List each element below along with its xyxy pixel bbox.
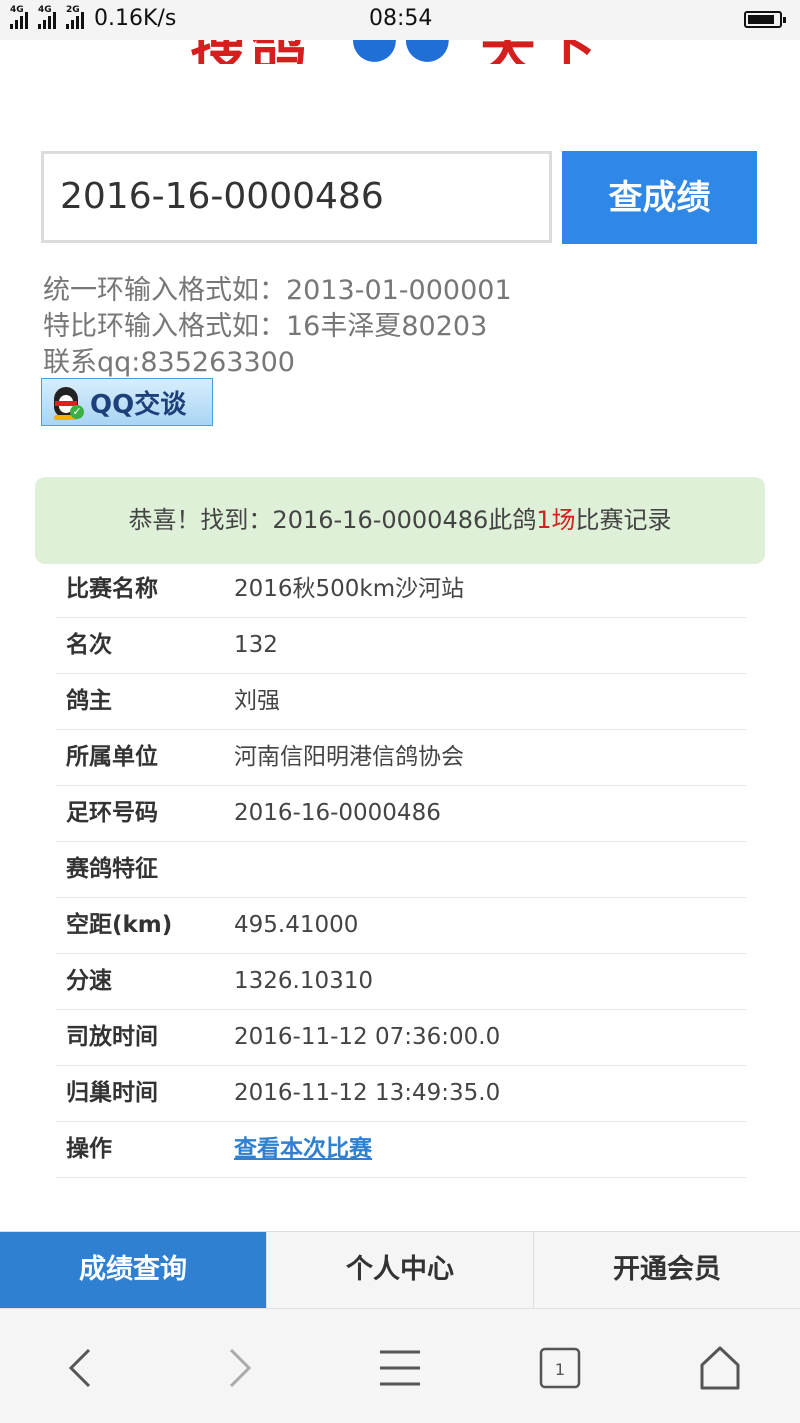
- row-value: 河南信阳明港信鸽协会: [234, 744, 464, 770]
- hint-special-ring: 特比环输入格式如：16丰泽夏80203: [43, 311, 488, 342]
- table-row: 名次 132: [56, 618, 746, 674]
- result-alert: 恭喜！找到：2016-16-0000486此鸽1场比赛记录: [35, 477, 765, 564]
- clock: 08:54: [369, 6, 433, 31]
- table-row: 分速 1326.10310: [56, 954, 746, 1010]
- logo-mark: ●●: [350, 40, 456, 64]
- tabs-icon[interactable]: 1: [535, 1343, 585, 1393]
- network-type-label: 2G: [66, 4, 80, 15]
- result-prefix: 恭喜！找到：2016-16-0000486此鸽: [128, 506, 537, 534]
- table-row: 归巢时间 2016-11-12 13:49:35.0: [56, 1066, 746, 1122]
- row-value: 132: [234, 632, 278, 658]
- bottom-nav: 成绩查询 个人中心 开通会员: [0, 1231, 800, 1309]
- network-type-label: 4G: [10, 4, 24, 15]
- row-label: 比赛名称: [66, 576, 158, 602]
- row-value: 495.41000: [234, 912, 359, 938]
- result-count: 1场: [536, 506, 576, 534]
- row-label: 足环号码: [66, 800, 158, 826]
- tab-personal-center[interactable]: 个人中心: [267, 1232, 534, 1309]
- row-label: 鸽主: [66, 688, 112, 714]
- signal-icon: 4G: [10, 5, 28, 29]
- network-speed: 0.16K/s: [94, 6, 177, 31]
- battery-icon: [744, 11, 786, 28]
- forward-icon[interactable]: [215, 1343, 265, 1393]
- status-bar: 4G 4G 2G 0.16K/s 08:54: [0, 0, 800, 40]
- row-label: 操作: [66, 1136, 112, 1162]
- row-value: 2016-11-12 07:36:00.0: [234, 1024, 501, 1050]
- race-record-table: 比赛名称 2016秋500km沙河站 名次 132 鸽主 刘强 所属单位 河南信阳明港信…: [56, 562, 746, 1178]
- logo-text-left: 搜鸽: [190, 40, 310, 64]
- site-logo: 搜鸽 ●● 天下: [190, 40, 610, 64]
- table-row: 比赛名称 2016秋500km沙河站: [56, 562, 746, 618]
- status-left: 4G 4G 2G 0.16K/s: [10, 5, 177, 31]
- row-value: 2016秋500km沙河站: [234, 576, 465, 602]
- row-label: 所属单位: [66, 744, 158, 770]
- table-row: 足环号码 2016-16-0000486: [56, 786, 746, 842]
- result-suffix: 比赛记录: [575, 506, 672, 534]
- network-type-label: 4G: [38, 4, 52, 15]
- row-label: 赛鸽特征: [66, 856, 158, 882]
- home-icon[interactable]: [695, 1343, 745, 1393]
- row-value: 刘强: [234, 688, 280, 714]
- table-row: 所属单位 河南信阳明港信鸽协会: [56, 730, 746, 786]
- qq-chat-label: QQ交谈: [90, 389, 187, 420]
- table-row: 赛鸽特征: [56, 842, 746, 898]
- table-row: 司放时间 2016-11-12 07:36:00.0: [56, 1010, 746, 1066]
- table-row: 操作 查看本次比赛: [56, 1122, 746, 1178]
- qq-penguin-icon: ✓: [50, 383, 84, 421]
- hint-unified-ring: 统一环输入格式如：2013-01-000001: [43, 275, 512, 306]
- table-row: 鸽主 刘强: [56, 674, 746, 730]
- menu-icon[interactable]: [375, 1343, 425, 1393]
- tab-membership[interactable]: 开通会员: [534, 1232, 800, 1309]
- query-results-button[interactable]: 查成绩: [562, 151, 757, 244]
- qq-chat-button[interactable]: ✓ QQ交谈: [41, 378, 213, 426]
- table-row: 空距(km) 495.41000: [56, 898, 746, 954]
- ring-number-input[interactable]: 2016-16-0000486: [41, 151, 552, 243]
- tab-results-query[interactable]: 成绩查询: [0, 1232, 267, 1309]
- contact-qq: 联系qq:835263300: [43, 347, 295, 378]
- tab-count: 1: [555, 1360, 565, 1379]
- view-race-link[interactable]: 查看本次比赛: [234, 1122, 372, 1176]
- row-label: 分速: [66, 968, 112, 994]
- row-label: 司放时间: [66, 1024, 158, 1050]
- row-label: 空距(km): [66, 912, 173, 938]
- logo-text-right: 天下: [480, 40, 600, 64]
- row-label: 归巢时间: [66, 1080, 158, 1106]
- signal-icon: 4G: [38, 5, 56, 29]
- back-icon[interactable]: [55, 1343, 105, 1393]
- row-label: 名次: [66, 632, 112, 658]
- browser-toolbar: 1: [0, 1308, 800, 1423]
- row-value: 2016-11-12 13:49:35.0: [234, 1080, 501, 1106]
- row-value: 2016-16-0000486: [234, 800, 441, 826]
- row-value: 1326.10310: [234, 968, 374, 994]
- signal-icon: 2G: [66, 5, 84, 29]
